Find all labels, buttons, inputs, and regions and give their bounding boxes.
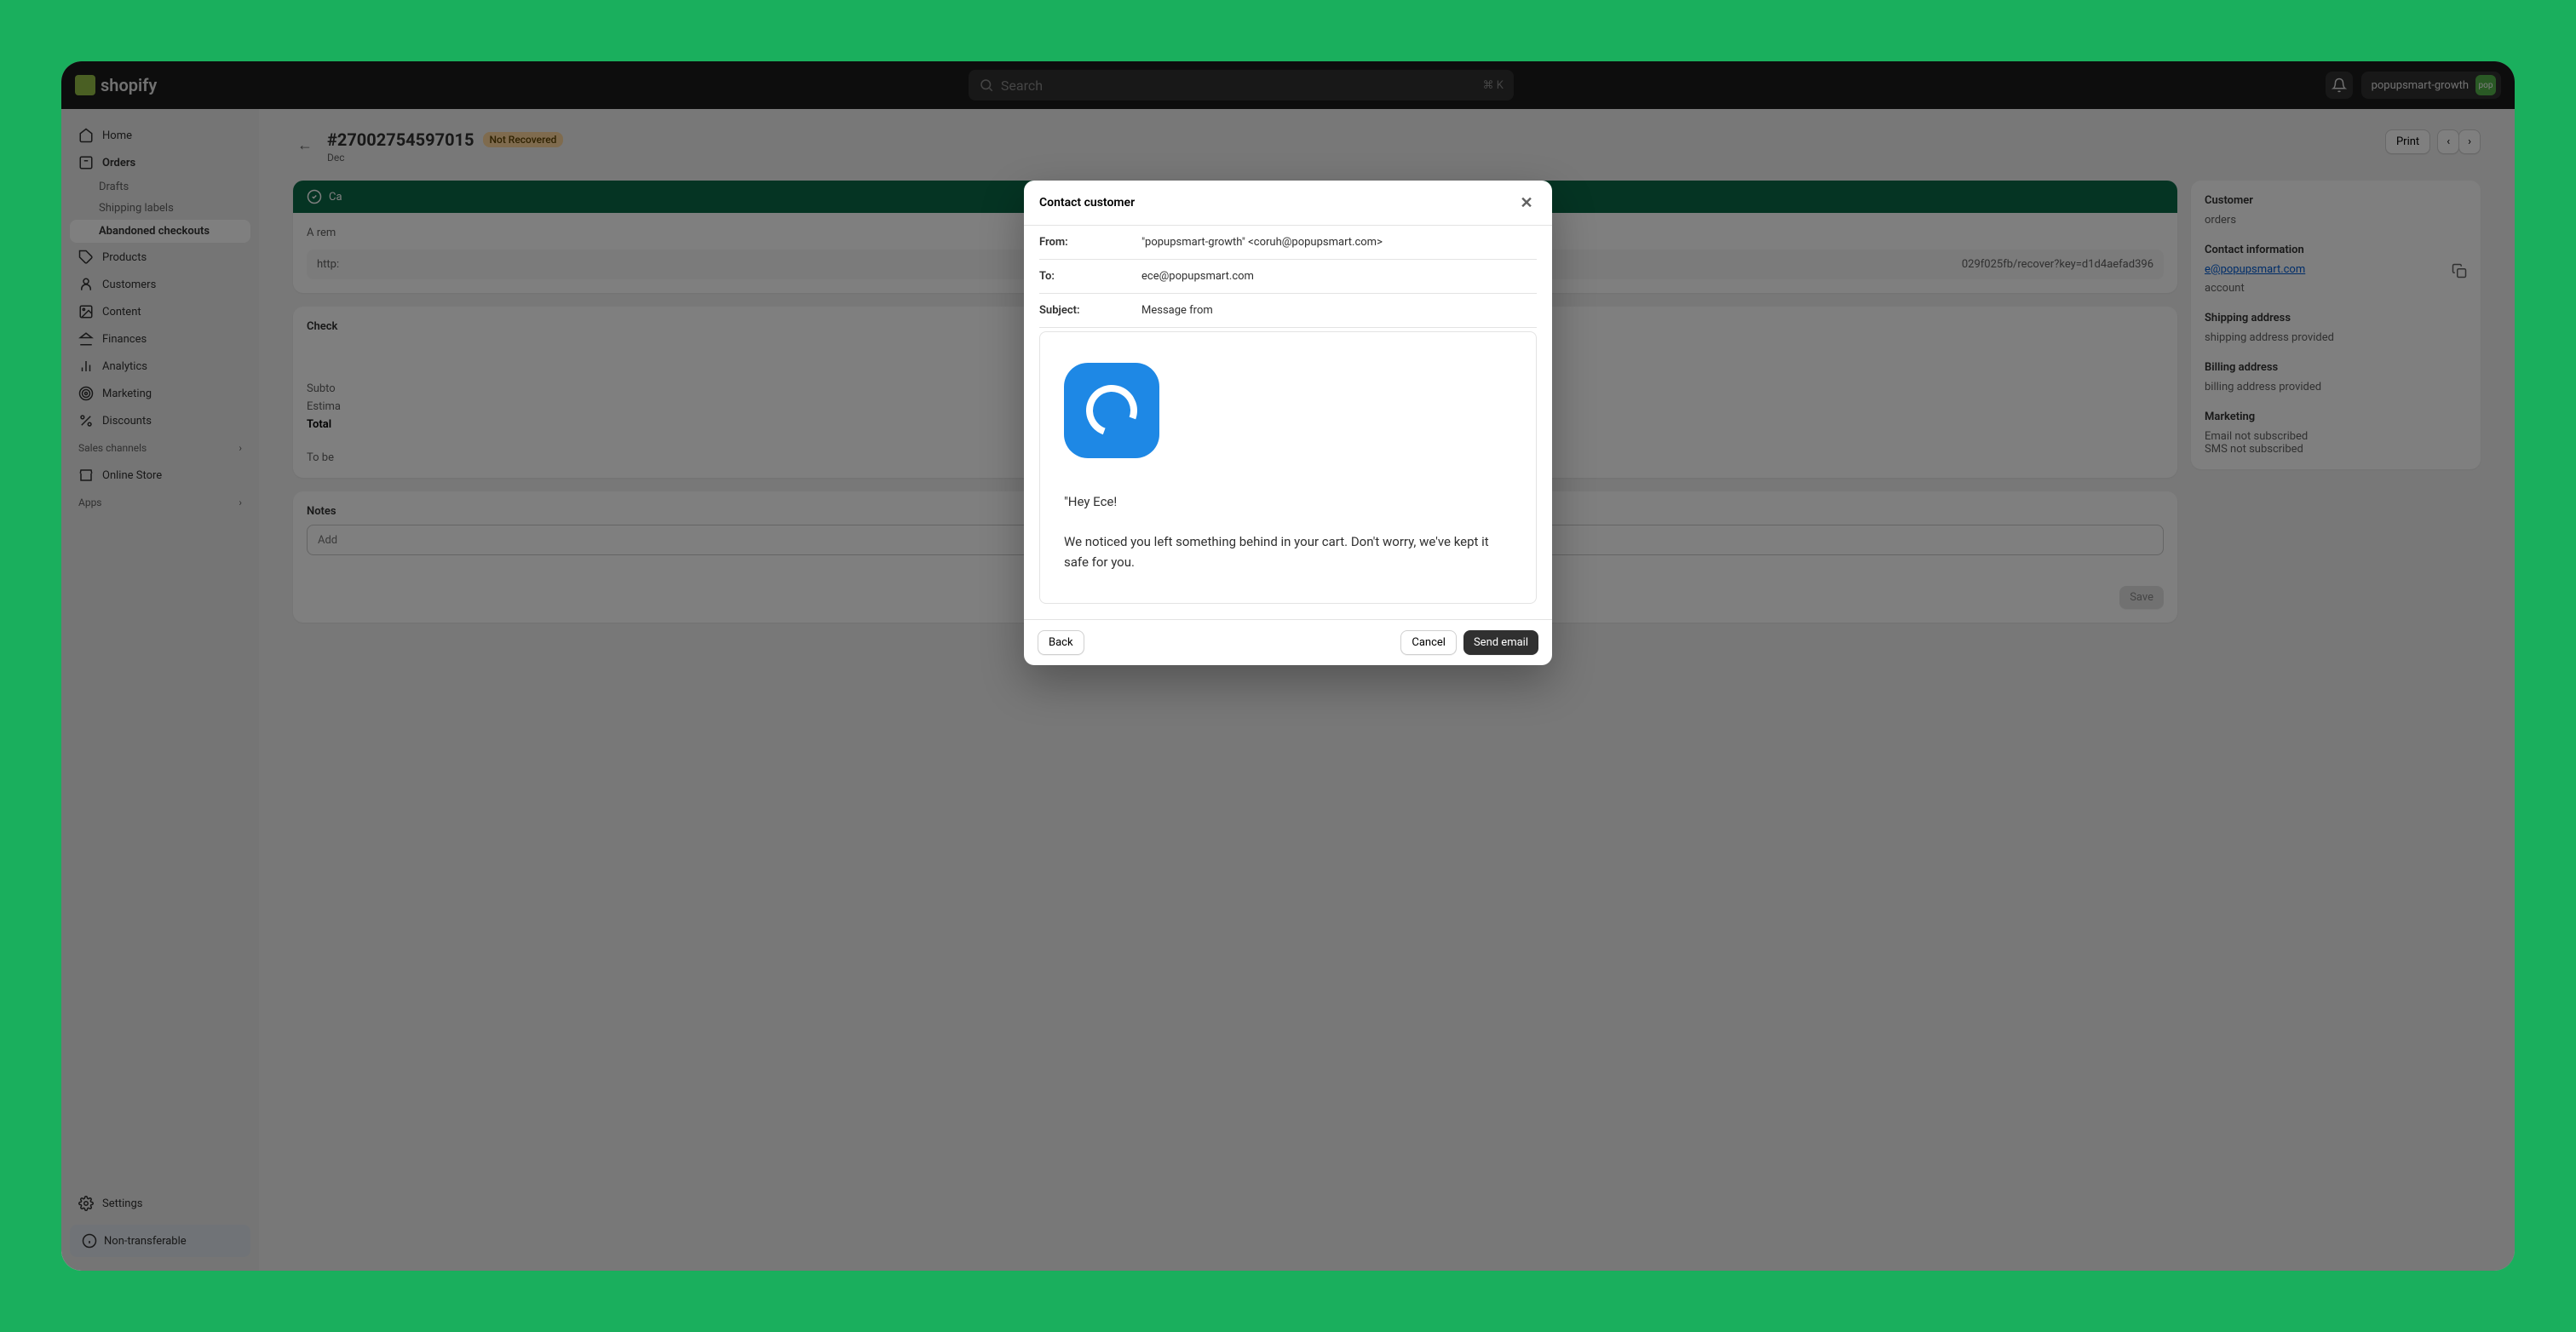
- cancel-button[interactable]: Cancel: [1400, 630, 1457, 655]
- from-row: From: "popupsmart-growth" <coruh@popupsm…: [1039, 226, 1537, 260]
- email-body: We noticed you left something behind in …: [1064, 532, 1512, 572]
- subject-value: Message from: [1141, 304, 1213, 317]
- app-window: shopify Search ⌘ K popupsmart-growth pop…: [61, 61, 2515, 1271]
- send-email-button[interactable]: Send email: [1463, 630, 1538, 655]
- contact-customer-modal: Contact customer ✕ From: "popupsmart-gro…: [1024, 181, 1552, 665]
- modal-footer: Back Cancel Send email: [1024, 619, 1552, 665]
- modal-title: Contact customer: [1039, 196, 1135, 210]
- modal-header: Contact customer ✕: [1024, 181, 1552, 226]
- subject-row: Subject: Message from: [1039, 294, 1537, 328]
- subject-label: Subject:: [1039, 304, 1141, 317]
- email-preview[interactable]: "Hey Ece! We noticed you left something …: [1039, 331, 1537, 604]
- to-row: To: ece@popupsmart.com: [1039, 260, 1537, 294]
- close-icon[interactable]: ✕: [1516, 192, 1537, 213]
- from-value: "popupsmart-growth" <coruh@popupsmart.co…: [1141, 236, 1383, 249]
- email-greeting: "Hey Ece!: [1064, 492, 1512, 512]
- modal-overlay[interactable]: Contact customer ✕ From: "popupsmart-gro…: [61, 61, 2515, 1271]
- to-value: ece@popupsmart.com: [1141, 270, 1254, 283]
- to-label: To:: [1039, 270, 1141, 283]
- back-button[interactable]: Back: [1038, 630, 1084, 655]
- popupsmart-logo-icon: [1064, 363, 1159, 458]
- from-label: From:: [1039, 236, 1141, 249]
